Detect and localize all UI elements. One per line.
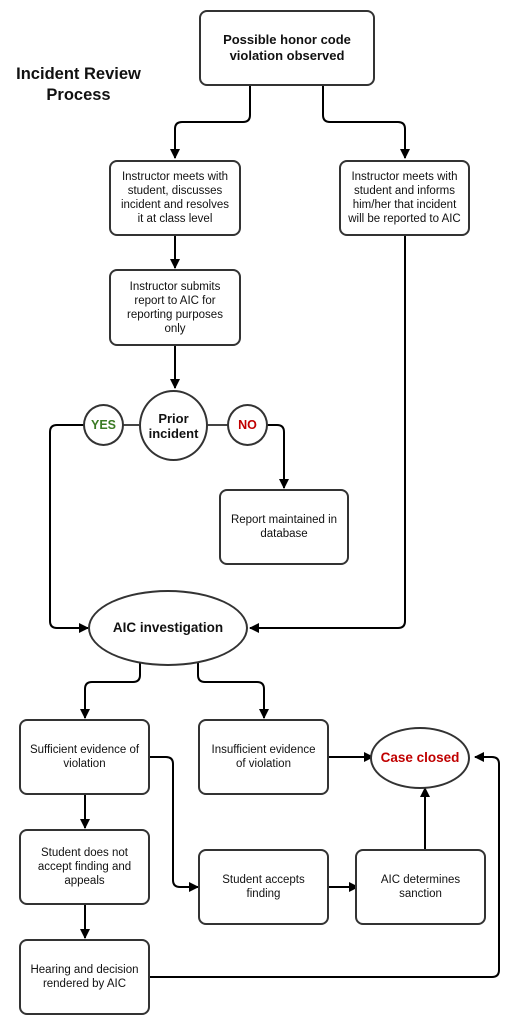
node-student-not-accept: Student does not accept finding and appe… [19,829,150,905]
label-no: NO [227,404,268,446]
node-inform-student: Instructor meets with student and inform… [339,160,470,236]
node-case-closed: Case closed [370,727,470,789]
edge-sufficient-to-accepts [150,756,199,892]
edge-aic-to-insufficient [197,663,269,719]
edge-inform-to-aic [249,236,406,633]
label-yes: YES [83,404,124,446]
node-sufficient-evidence: Sufficient evidence of violation [19,719,150,795]
node-start: Possible honor code violation observed [199,10,375,86]
node-aic-determines-sanction: AIC determines sanction [355,849,486,925]
node-prior-incident: Prior incident [139,390,208,461]
node-insufficient-evidence: Insufficient evidence of violation [198,719,329,795]
edge-start-to-inform [322,86,410,159]
node-resolve-class: Instructor meets with student, discusses… [109,160,241,236]
node-report-maintained: Report maintained in database [219,489,349,565]
diagram-title: Incident Review Process [16,65,141,104]
edge-start-to-resolve [170,86,251,159]
node-aic-investigation: AIC investigation [88,590,248,666]
node-hearing-decision: Hearing and decision rendered by AIC [19,939,150,1015]
edge-no-to-report [267,424,289,489]
node-student-accepts: Student accepts finding [198,849,329,925]
edge-aic-to-sufficient [80,663,141,719]
edge-yes-to-aic [49,424,89,633]
node-submit-report: Instructor submits report to AIC for rep… [109,269,241,346]
